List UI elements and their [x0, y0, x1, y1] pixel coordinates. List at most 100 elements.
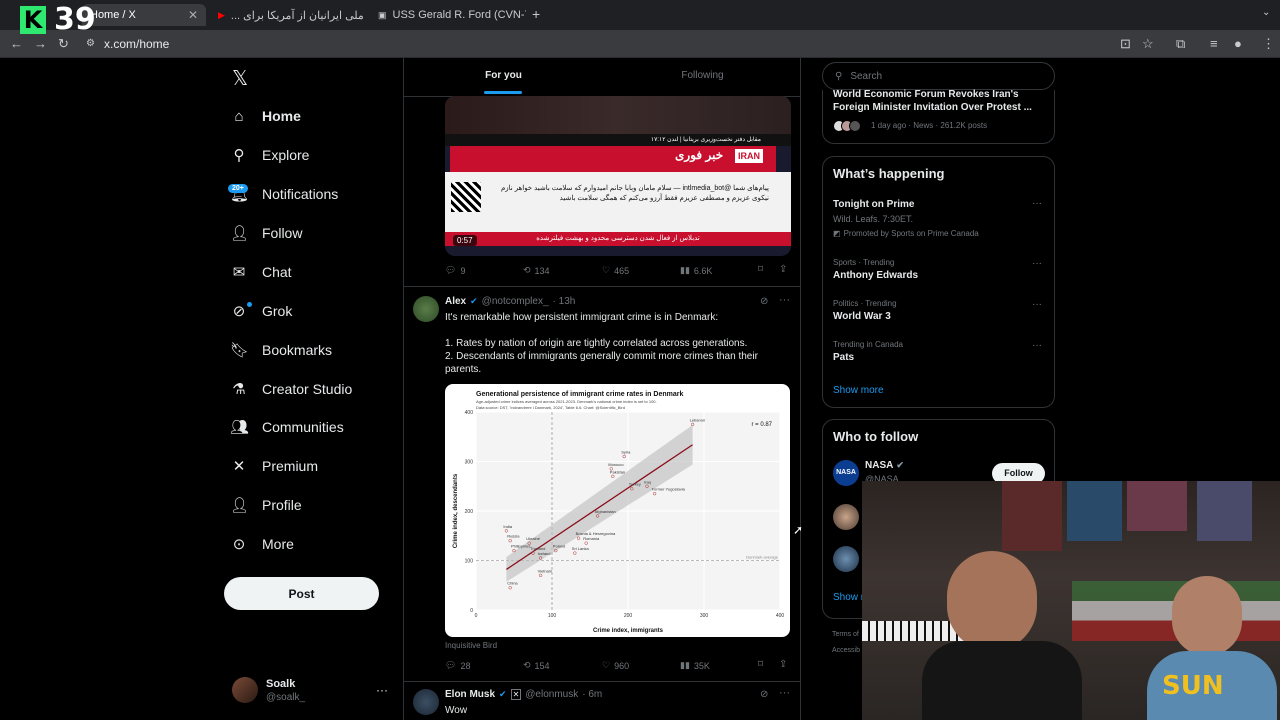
- profile-avatar-icon[interactable]: ●: [1234, 36, 1242, 51]
- footer-link[interactable]: Accessib: [832, 647, 860, 654]
- qr-code: [451, 182, 481, 212]
- browser-tab-petition[interactable]: ▶ مطالبه ملی ایرانیان از آمریکا برای ...…: [210, 4, 366, 26]
- browser-tab-ford[interactable]: ▣ USS Gerald R. Ford (CVN-78) ... ✕: [370, 4, 526, 26]
- nav-item-notifications[interactable]: 🔔︎ Notifications: [230, 179, 338, 209]
- footer-link[interactable]: Terms of: [832, 631, 859, 638]
- avatar[interactable]: [833, 546, 859, 572]
- grok-icon: ⊘: [232, 303, 246, 320]
- new-tab-icon[interactable]: +: [532, 6, 540, 22]
- post-menu-icon[interactable]: ···: [779, 687, 790, 699]
- repost-button[interactable]: ⟲ 134: [523, 265, 550, 276]
- install-icon[interactable]: ⊡: [1120, 36, 1131, 52]
- chart-source: Data source: DST, 'Indvandrere i Danmark…: [476, 405, 625, 410]
- share-button[interactable]: ⇪: [779, 659, 787, 670]
- trend-title[interactable]: Tonight on Prime: [833, 199, 914, 210]
- like-button[interactable]: ♡ 465: [602, 265, 629, 276]
- browser-tab-home[interactable]: Home / X ✕: [82, 4, 206, 26]
- chart-image[interactable]: Generational persistence of immigrant cr…: [445, 384, 790, 637]
- media-icon[interactable]: ≡: [1210, 36, 1218, 51]
- post-menu-icon[interactable]: ···: [779, 294, 790, 306]
- avatar[interactable]: [413, 296, 439, 322]
- trend-menu-icon[interactable]: ···: [1032, 258, 1042, 269]
- trend-menu-icon[interactable]: ···: [1032, 340, 1042, 351]
- account-menu-icon[interactable]: ···: [376, 683, 388, 697]
- grok-icon[interactable]: ⊘: [760, 296, 768, 307]
- nav-item-more[interactable]: ⊙ More: [230, 529, 294, 559]
- avatar[interactable]: [232, 677, 258, 703]
- author-name[interactable]: Alex: [445, 296, 466, 307]
- share-button[interactable]: ⇪: [779, 264, 787, 275]
- reply-button[interactable]: 💬︎ 28: [445, 660, 470, 671]
- search-input[interactable]: ⚲ Search: [822, 62, 1055, 90]
- url-field[interactable]: x.com/home: [104, 37, 169, 51]
- bookmark-button[interactable]: ⌑: [758, 659, 763, 670]
- trend-title[interactable]: Anthony Edwards: [833, 270, 918, 281]
- repost-button[interactable]: ⟲ 154: [523, 660, 550, 671]
- x-logo-icon[interactable]: 𝕏: [232, 66, 248, 90]
- stream-logo: K: [20, 6, 46, 34]
- nav-label: Home: [262, 108, 301, 124]
- trend-title[interactable]: Pats: [833, 352, 854, 363]
- nav-item-premium[interactable]: ✕ Premium: [230, 451, 318, 481]
- suggestion-name-row: NASA ✔: [865, 460, 904, 471]
- post-time[interactable]: · 6m: [582, 689, 602, 700]
- trend-title[interactable]: World War 3: [833, 311, 891, 322]
- grok-icon[interactable]: ⊘: [760, 689, 768, 700]
- nav-item-creator-studio[interactable]: ⚗ Creator Studio: [230, 374, 352, 404]
- nasa-avatar[interactable]: NASA: [833, 460, 859, 486]
- reply-button[interactable]: 💬︎ 9: [445, 265, 465, 276]
- post-button[interactable]: Post: [224, 577, 379, 610]
- nav-item-explore[interactable]: ⚲ Explore: [230, 140, 310, 170]
- post-time[interactable]: · 13h: [553, 296, 576, 307]
- tab-for-you[interactable]: For you: [404, 58, 603, 96]
- views-button[interactable]: ▮▮ 6.6K: [680, 265, 712, 276]
- x-tick-label: 100: [548, 613, 557, 619]
- video-player[interactable]: مقابل دفتر نخست‌وزیری بریتانیا | لندن ۱۷…: [445, 96, 791, 256]
- tab-following[interactable]: Following: [603, 58, 800, 96]
- reply-icon: 💬︎: [445, 265, 457, 275]
- like-button[interactable]: ♡ 960: [602, 660, 629, 671]
- bookmark-button[interactable]: ⌑: [758, 264, 763, 275]
- x-premium-icon: ✕: [232, 458, 246, 475]
- suggestion-name[interactable]: NASA: [865, 460, 893, 471]
- site-info-icon[interactable]: ⚙: [86, 38, 95, 49]
- nav-item-chat[interactable]: ✉ Chat: [230, 257, 292, 287]
- views-button[interactable]: ▮▮ 35K: [680, 660, 710, 671]
- nav-item-bookmarks[interactable]: 🔖︎ Bookmarks: [230, 335, 332, 365]
- x-tick-label: 200: [624, 613, 633, 619]
- bookmark-star-icon[interactable]: ☆: [1142, 36, 1154, 52]
- more-circle-icon: ⊙: [232, 536, 246, 553]
- show-more-link[interactable]: Show more: [833, 385, 884, 396]
- nav-item-home[interactable]: ⌂ Home: [230, 101, 301, 131]
- nav-label: Notifications: [262, 186, 339, 202]
- trend-menu-icon[interactable]: ···: [1032, 198, 1042, 209]
- flask-icon: ⚗: [232, 381, 246, 398]
- nav-label: Grok: [262, 303, 293, 319]
- avatar[interactable]: [833, 504, 859, 530]
- chevron-down-icon[interactable]: ⌄: [1262, 7, 1270, 18]
- menu-dots-icon[interactable]: ⋮: [1262, 36, 1275, 52]
- extensions-icon[interactable]: ⧉: [1176, 36, 1185, 52]
- close-tab-icon[interactable]: ✕: [188, 8, 198, 22]
- trend-context: Sports · Trending: [833, 258, 895, 267]
- nav-item-profile[interactable]: 👤︎ Profile: [230, 490, 302, 520]
- nav-label: Chat: [262, 264, 292, 280]
- nav-item-follow[interactable]: 👤︎ Follow: [230, 218, 302, 248]
- image-source[interactable]: Inquisitive Bird: [445, 641, 497, 650]
- nav-item-grok[interactable]: ⊘ Grok: [230, 296, 293, 326]
- avatar[interactable]: [413, 689, 439, 715]
- author-name[interactable]: Elon Musk: [445, 689, 495, 700]
- reload-icon[interactable]: ↻: [58, 36, 69, 52]
- post-line: 2. Descendants of immigrants generally c…: [445, 351, 758, 375]
- news-card[interactable]: World Economic Forum Revokes Iran's Fore…: [822, 89, 1055, 144]
- back-icon[interactable]: ←: [10, 36, 23, 51]
- person-right-face: [1172, 576, 1242, 656]
- trend-menu-icon[interactable]: ···: [1032, 299, 1042, 310]
- nav-item-communities[interactable]: 👥︎ Communities: [230, 412, 344, 442]
- author-handle[interactable]: @notcomplex_: [482, 296, 549, 307]
- forward-icon[interactable]: →: [34, 36, 47, 51]
- author-handle[interactable]: @elonmusk: [525, 689, 578, 700]
- home-icon: ⌂: [234, 107, 244, 125]
- mail-icon: ✉: [232, 264, 246, 281]
- repost-icon: ⟲: [523, 265, 531, 275]
